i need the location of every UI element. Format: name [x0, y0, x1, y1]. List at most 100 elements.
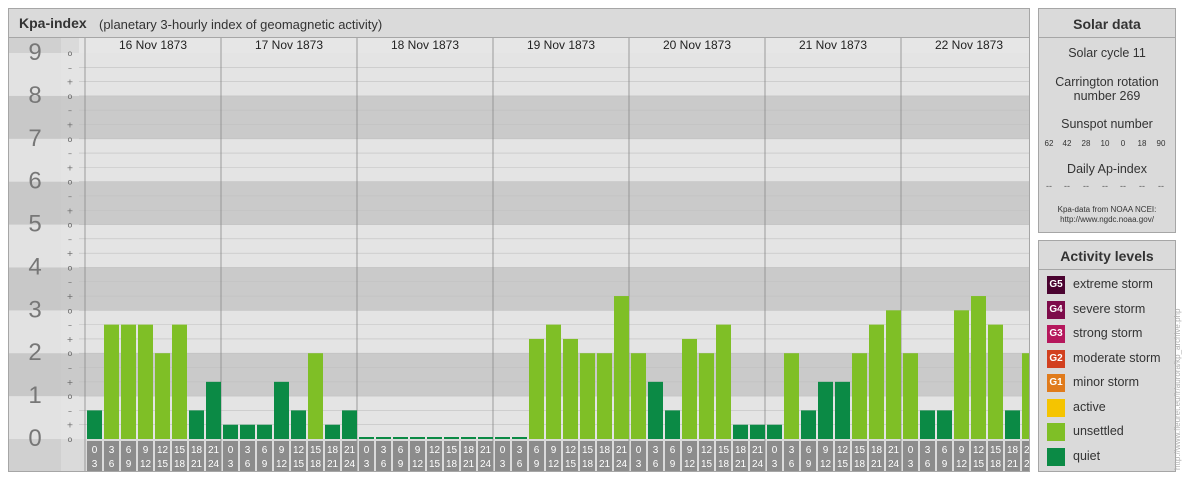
- interval-end: 12: [956, 459, 968, 470]
- interval-end: 18: [310, 459, 322, 470]
- y-minor-tick: o: [68, 349, 73, 358]
- kp-bar: [886, 310, 901, 439]
- interval-end: 3: [636, 459, 642, 470]
- y-minor-tick: o: [68, 435, 73, 444]
- source-line-2: http://www.ngdc.noaa.gov/: [1060, 215, 1154, 224]
- kp-bar: [716, 324, 731, 439]
- y-minor-tick: o: [68, 263, 73, 272]
- interval-start: 12: [157, 445, 169, 456]
- y-minor-tick: +: [67, 335, 74, 344]
- y-minor-tick: –: [68, 406, 72, 415]
- interval-start: 9: [415, 445, 421, 456]
- interval-end: 3: [228, 459, 234, 470]
- interval-end: 21: [871, 459, 883, 470]
- interval-start: 6: [534, 445, 540, 456]
- source-line-1: Kpa-data from NOAA NCEI:: [1057, 205, 1157, 214]
- kp-bar: [87, 410, 102, 439]
- interval-start: 9: [959, 445, 965, 456]
- sunspot-value: 28: [1081, 139, 1091, 148]
- y-minor-tick: o: [68, 392, 73, 401]
- sunspot-value: 90: [1156, 139, 1166, 148]
- carrington-label: Carrington rotation: [1055, 75, 1159, 89]
- interval-end: 24: [480, 459, 492, 470]
- interval-start: 21: [1024, 445, 1029, 456]
- interval-start: 18: [735, 445, 747, 456]
- interval-start: 15: [582, 445, 594, 456]
- day-label: 21 Nov 1873: [799, 38, 867, 52]
- kp-bar: [580, 353, 595, 439]
- interval-start: 18: [327, 445, 339, 456]
- activity-level-swatch: [1047, 398, 1065, 417]
- interval-end: 21: [327, 459, 339, 470]
- activity-level-row: quiet: [1047, 447, 1175, 467]
- interval-start: 15: [174, 445, 186, 456]
- interval-start: 6: [126, 445, 132, 456]
- activity-level-label: severe storm: [1073, 301, 1146, 316]
- activity-level-label: moderate storm: [1073, 350, 1161, 365]
- chart-title: Kpa-index: [19, 15, 87, 31]
- interval-start: 18: [463, 445, 475, 456]
- interval-end: 12: [820, 459, 832, 470]
- kp-bar: [410, 437, 425, 439]
- interval-start: 12: [973, 445, 985, 456]
- kp-bar: [342, 410, 357, 439]
- kp-bar: [784, 353, 799, 439]
- interval-start: 0: [500, 445, 506, 456]
- kp-bar: [529, 338, 544, 439]
- activity-level-label: extreme storm: [1073, 277, 1153, 291]
- y-minor-tick: +: [67, 78, 74, 87]
- sunspot-title: Sunspot number: [1061, 117, 1153, 131]
- activity-level-swatch: G1: [1047, 374, 1065, 392]
- interval-start: 0: [92, 445, 98, 456]
- interval-end: 18: [990, 459, 1002, 470]
- y-minor-tick: –: [68, 364, 72, 373]
- activity-level-label: unsettled: [1073, 424, 1124, 438]
- activity-level-row: G5 extreme storm: [1047, 275, 1175, 295]
- activity-level-swatch: G3: [1047, 325, 1065, 343]
- interval-start: 15: [854, 445, 866, 456]
- interval-end: 3: [500, 459, 506, 470]
- activity-level-label: active: [1073, 399, 1106, 414]
- interval-end: 12: [548, 459, 560, 470]
- y-tick-label: 2: [28, 339, 41, 366]
- interval-start: 0: [636, 445, 642, 456]
- activity-levels-title: Activity levels: [1039, 241, 1175, 270]
- interval-start: 3: [381, 445, 387, 456]
- interval-end: 9: [398, 459, 404, 470]
- y-minor-tick: +: [67, 378, 74, 387]
- kp-bar: [835, 381, 850, 439]
- kp-bar: [631, 353, 646, 439]
- day-label: 18 Nov 1873: [391, 38, 459, 52]
- kp-bar: [597, 353, 612, 439]
- kp-bar: [971, 296, 986, 439]
- ap-value: --: [1083, 181, 1089, 191]
- kp-bar: [223, 424, 238, 439]
- day-label: 16 Nov 1873: [119, 38, 187, 52]
- interval-start: 18: [871, 445, 883, 456]
- activity-level-swatch: G2: [1047, 349, 1065, 368]
- interval-start: 18: [1007, 445, 1019, 456]
- y-minor-tick: +: [67, 292, 74, 301]
- interval-end: 21: [191, 459, 203, 470]
- kp-bar: [376, 437, 391, 439]
- y-minor-tick: –: [68, 235, 72, 244]
- interval-start: 15: [990, 445, 1002, 456]
- kp-band: [61, 224, 1029, 268]
- y-tick-label: 1: [28, 382, 41, 409]
- kp-bar: [461, 437, 476, 439]
- interval-start: 9: [143, 445, 149, 456]
- activity-level-swatch: [1047, 447, 1065, 466]
- interval-start: 18: [191, 445, 203, 456]
- interval-end: 12: [684, 459, 696, 470]
- y-minor-tick: o: [68, 306, 73, 315]
- kp-bar: [818, 381, 833, 439]
- interval-end: 6: [653, 459, 659, 470]
- interval-end: 12: [412, 459, 424, 470]
- interval-end: 15: [429, 459, 441, 470]
- interval-end: 24: [1024, 459, 1029, 470]
- interval-start: 3: [925, 445, 931, 456]
- kp-bar: [563, 338, 578, 439]
- kp-bar: [240, 424, 255, 439]
- kp-bar: [274, 381, 289, 439]
- kp-bar: [478, 437, 493, 439]
